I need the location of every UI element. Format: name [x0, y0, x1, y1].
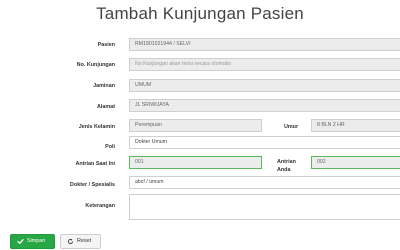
- reset-button[interactable]: Reset: [60, 234, 101, 249]
- antrian-saat-ini-label: Antrian Saat Ini: [75, 161, 115, 167]
- check-icon: [17, 239, 24, 244]
- alamat-field[interactable]: JL SRIWIJAYA: [129, 99, 400, 112]
- save-button[interactable]: Simpan: [10, 234, 55, 249]
- pasien-label: Pasien: [97, 42, 115, 48]
- alamat-label: Alamat: [97, 104, 115, 110]
- poli-label: Poli: [105, 144, 115, 150]
- antrian-anda-field[interactable]: 002: [311, 156, 400, 169]
- no-kunjungan-label: No. Kunjungan: [76, 62, 115, 68]
- no-kunjungan-field[interactable]: No.Kunjungan akan terisi secara otomatis: [129, 58, 400, 71]
- save-button-label: Simpan: [27, 238, 46, 244]
- keterangan-textarea[interactable]: [129, 194, 400, 220]
- refresh-icon: [67, 238, 74, 245]
- page-title: Tambah Kunjungan Pasien: [96, 4, 304, 23]
- umur-field[interactable]: 8 BLN 2 HR: [311, 119, 400, 132]
- keterangan-label: Keterangan: [85, 203, 115, 209]
- jenis-kelamin-label: Jenis Kelamin: [78, 124, 115, 130]
- dokter-spesialis-select[interactable]: abcf / umum: [129, 176, 400, 189]
- jaminan-label: Jaminan: [93, 83, 115, 89]
- pasien-field[interactable]: RM1801021944 / SELVI: [129, 38, 400, 51]
- jaminan-field[interactable]: UMUM: [129, 79, 400, 92]
- poli-select[interactable]: Dokter Umum: [129, 136, 400, 149]
- antrian-anda-label: Antrian Anda: [277, 159, 296, 173]
- dokter-spesialis-label: Dokter / Spesialis: [70, 182, 115, 188]
- reset-button-label: Reset: [77, 238, 92, 244]
- jenis-kelamin-field[interactable]: Perempuan: [129, 119, 262, 132]
- antrian-saat-ini-field[interactable]: 001: [129, 156, 262, 169]
